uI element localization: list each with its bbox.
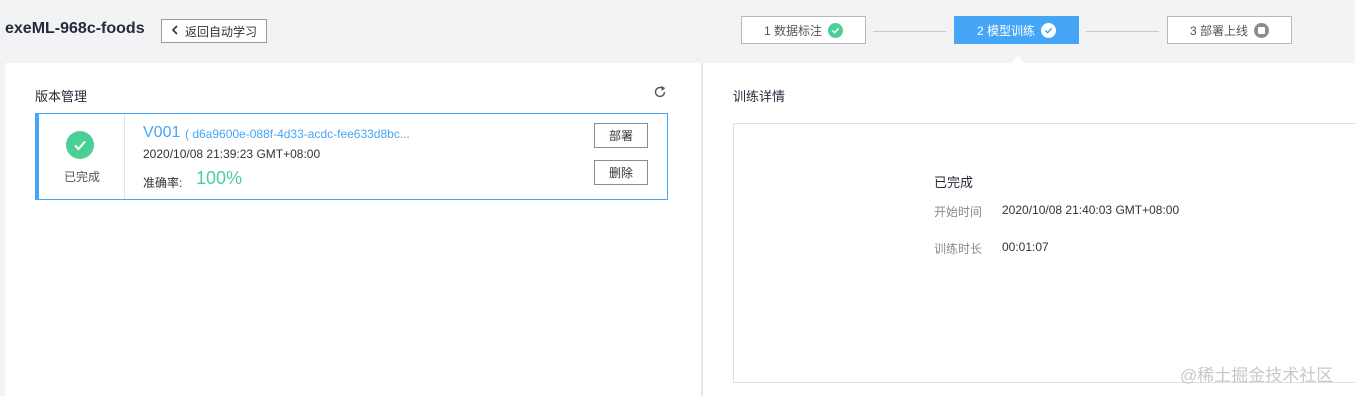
pending-circle-icon [1254, 22, 1269, 38]
training-detail-panel: 训练详情 已完成 开始时间 2020/10/08 21:40:03 GMT+08… [703, 63, 1355, 396]
step-connector [1086, 31, 1159, 32]
step-2-label: 2 模型训练 [976, 23, 1035, 38]
step-1-label: 1 数据标注 [763, 23, 822, 38]
check-circle-icon [66, 131, 94, 159]
duration-label: 训练时长 [934, 242, 983, 256]
version-management-panel: 版本管理 已完成 V001 ( d6a9600e-088f-4d33-acdc-… [5, 63, 701, 396]
chevron-left-icon [170, 24, 182, 38]
duration-value: 00:01:07 [1002, 240, 1049, 254]
version-card[interactable]: 已完成 V001 ( d6a9600e-088f-4d33-acdc-fee63… [35, 113, 668, 200]
delete-button[interactable]: 删除 [594, 160, 648, 185]
step-data-labeling[interactable]: 1 数据标注 [741, 16, 866, 44]
version-management-title: 版本管理 [35, 89, 88, 104]
back-button-label: 返回自动学习 [185, 24, 258, 39]
version-id: ( d6a9600e-088f-4d33-acdc-fee633d8bc... [185, 127, 410, 141]
accuracy-value: 100% [196, 168, 243, 188]
training-detail-box: 已完成 开始时间 2020/10/08 21:40:03 GMT+08:00 训… [733, 123, 1355, 383]
training-status: 已完成 [934, 175, 974, 190]
start-time-value: 2020/10/08 21:40:03 GMT+08:00 [1002, 203, 1180, 217]
version-status-label: 已完成 [63, 170, 100, 184]
start-time-label: 开始时间 [934, 205, 983, 219]
step-deploy[interactable]: 3 部署上线 [1167, 16, 1292, 44]
refresh-icon[interactable] [653, 85, 667, 99]
top-header: exeML-968c-foods 返回自动学习 1 数据标注 2 模型训练 3 … [0, 0, 1355, 64]
check-circle-icon [1041, 22, 1056, 38]
version-status-block: 已完成 [39, 114, 125, 199]
project-title: exeML-968c-foods [5, 20, 145, 37]
version-name[interactable]: V001 [143, 124, 180, 142]
step-model-training[interactable]: 2 模型训练 [954, 16, 1079, 44]
watermark-text: @稀土掘金技术社区 [1180, 366, 1334, 385]
check-circle-icon [828, 22, 843, 38]
step-connector [873, 31, 946, 32]
accuracy-label: 准确率: [143, 176, 183, 190]
back-to-automl-button[interactable]: 返回自动学习 [161, 19, 267, 43]
version-created-time: 2020/10/08 21:39:23 GMT+08:00 [143, 147, 321, 161]
deploy-button[interactable]: 部署 [594, 123, 648, 148]
training-detail-title: 训练详情 [733, 89, 786, 104]
step-3-label: 3 部署上线 [1189, 23, 1248, 38]
